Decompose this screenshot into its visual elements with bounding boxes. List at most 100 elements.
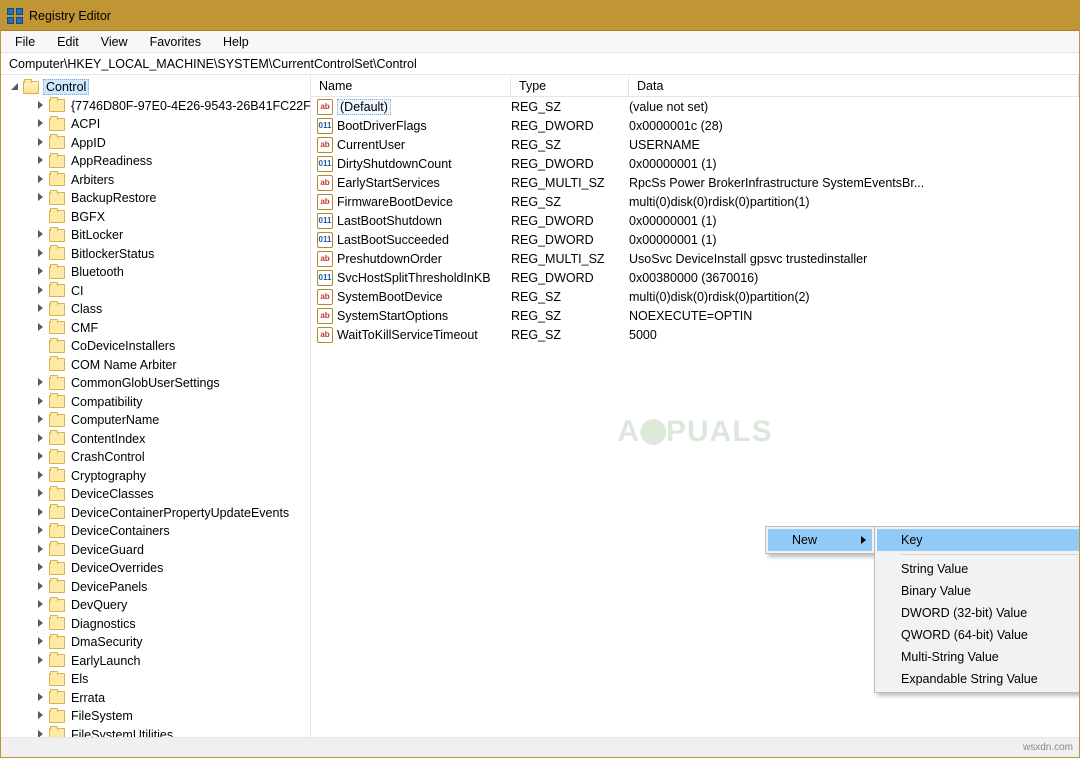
expand-icon[interactable] bbox=[35, 655, 47, 667]
value-row[interactable]: 011LastBootShutdownREG_DWORD0x00000001 (… bbox=[311, 211, 1079, 230]
tree-panel[interactable]: Control {7746D80F-97E0-4E26-9543-26B41FC… bbox=[1, 75, 311, 737]
tree-node[interactable]: {7746D80F-97E0-4E26-9543-26B41FC22F79} bbox=[1, 97, 310, 116]
expand-icon[interactable] bbox=[35, 692, 47, 704]
expand-icon[interactable] bbox=[35, 266, 47, 278]
context-item[interactable]: DWORD (32-bit) Value bbox=[877, 602, 1079, 624]
context-item[interactable]: Expandable String Value bbox=[877, 668, 1079, 690]
tree-node[interactable]: Arbiters bbox=[1, 171, 310, 190]
value-row[interactable]: abFirmwareBootDeviceREG_SZmulti(0)disk(0… bbox=[311, 192, 1079, 211]
context-item[interactable]: Multi-String Value bbox=[877, 646, 1079, 668]
expand-icon[interactable] bbox=[35, 303, 47, 315]
tree-node[interactable]: Diagnostics bbox=[1, 615, 310, 634]
expand-icon[interactable] bbox=[35, 433, 47, 445]
col-name[interactable]: Name bbox=[311, 76, 511, 96]
context-new[interactable]: New bbox=[768, 529, 872, 551]
tree-node[interactable]: EarlyLaunch bbox=[1, 652, 310, 671]
tree-node[interactable]: AppReadiness bbox=[1, 152, 310, 171]
value-row[interactable]: abPreshutdownOrderREG_MULTI_SZUsoSvc Dev… bbox=[311, 249, 1079, 268]
tree-node[interactable]: DeviceOverrides bbox=[1, 559, 310, 578]
address-bar[interactable]: Computer\HKEY_LOCAL_MACHINE\SYSTEM\Curre… bbox=[1, 53, 1079, 75]
tree-node[interactable]: Errata bbox=[1, 689, 310, 708]
expand-icon[interactable] bbox=[35, 581, 47, 593]
value-row[interactable]: abSystemBootDeviceREG_SZmulti(0)disk(0)r… bbox=[311, 287, 1079, 306]
expand-icon[interactable] bbox=[35, 507, 47, 519]
tree-node[interactable]: AppID bbox=[1, 134, 310, 153]
tree-node[interactable]: CMF bbox=[1, 319, 310, 338]
expand-icon[interactable] bbox=[35, 322, 47, 334]
expand-icon[interactable] bbox=[35, 729, 47, 737]
tree-node[interactable]: Cryptography bbox=[1, 467, 310, 486]
menu-favorites[interactable]: Favorites bbox=[142, 33, 209, 51]
expand-icon[interactable] bbox=[35, 636, 47, 648]
tree-node[interactable]: Els bbox=[1, 670, 310, 689]
value-row[interactable]: ab(Default)REG_SZ(value not set) bbox=[311, 97, 1079, 116]
menu-view[interactable]: View bbox=[93, 33, 136, 51]
expand-icon[interactable] bbox=[35, 451, 47, 463]
tree-node[interactable]: FileSystemUtilities bbox=[1, 726, 310, 738]
context-item[interactable]: QWORD (64-bit) Value bbox=[877, 624, 1079, 646]
expand-icon[interactable] bbox=[35, 562, 47, 574]
col-data[interactable]: Data bbox=[629, 76, 1079, 96]
col-type[interactable]: Type bbox=[511, 76, 629, 96]
tree-node[interactable]: ACPI bbox=[1, 115, 310, 134]
titlebar[interactable]: Registry Editor bbox=[1, 1, 1079, 31]
menu-edit[interactable]: Edit bbox=[49, 33, 87, 51]
tree-node-control[interactable]: Control bbox=[1, 78, 310, 97]
tree-node[interactable]: BGFX bbox=[1, 208, 310, 227]
expand-icon[interactable] bbox=[35, 377, 47, 389]
expand-icon[interactable] bbox=[35, 192, 47, 204]
expand-icon[interactable] bbox=[35, 414, 47, 426]
tree-node[interactable]: DmaSecurity bbox=[1, 633, 310, 652]
expand-icon[interactable] bbox=[35, 100, 47, 112]
tree-node[interactable]: Bluetooth bbox=[1, 263, 310, 282]
expand-icon[interactable] bbox=[9, 81, 21, 93]
expand-icon[interactable] bbox=[35, 525, 47, 537]
value-row[interactable]: abSystemStartOptionsREG_SZ NOEXECUTE=OPT… bbox=[311, 306, 1079, 325]
expand-icon[interactable] bbox=[35, 137, 47, 149]
value-row[interactable]: 011LastBootSucceededREG_DWORD0x00000001 … bbox=[311, 230, 1079, 249]
context-item[interactable]: Key bbox=[877, 529, 1079, 551]
tree-node[interactable]: FileSystem bbox=[1, 707, 310, 726]
expand-icon[interactable] bbox=[35, 710, 47, 722]
expand-icon[interactable] bbox=[35, 396, 47, 408]
expand-icon[interactable] bbox=[35, 174, 47, 186]
context-item[interactable]: Binary Value bbox=[877, 580, 1079, 602]
menu-file[interactable]: File bbox=[7, 33, 43, 51]
expand-icon[interactable] bbox=[35, 285, 47, 297]
expand-icon[interactable] bbox=[35, 618, 47, 630]
tree-node[interactable]: BitlockerStatus bbox=[1, 245, 310, 264]
tree-node[interactable]: BitLocker bbox=[1, 226, 310, 245]
tree-node[interactable]: ContentIndex bbox=[1, 430, 310, 449]
expand-icon[interactable] bbox=[35, 229, 47, 241]
value-row[interactable]: abCurrentUserREG_SZUSERNAME bbox=[311, 135, 1079, 154]
expand-icon[interactable] bbox=[35, 248, 47, 260]
value-row[interactable]: 011SvcHostSplitThresholdInKBREG_DWORD0x0… bbox=[311, 268, 1079, 287]
tree-node[interactable]: COM Name Arbiter bbox=[1, 356, 310, 375]
tree-node[interactable]: DevicePanels bbox=[1, 578, 310, 597]
tree-node[interactable]: CoDeviceInstallers bbox=[1, 337, 310, 356]
tree-node[interactable]: DeviceContainers bbox=[1, 522, 310, 541]
tree-node[interactable]: DeviceContainerPropertyUpdateEvents bbox=[1, 504, 310, 523]
tree-node[interactable]: DeviceClasses bbox=[1, 485, 310, 504]
tree-node[interactable]: CI bbox=[1, 282, 310, 301]
tree-node[interactable]: BackupRestore bbox=[1, 189, 310, 208]
tree-node[interactable]: Compatibility bbox=[1, 393, 310, 412]
expand-icon[interactable] bbox=[35, 599, 47, 611]
tree-node[interactable]: CommonGlobUserSettings bbox=[1, 374, 310, 393]
value-row[interactable]: abEarlyStartServicesREG_MULTI_SZRpcSs Po… bbox=[311, 173, 1079, 192]
value-row[interactable]: abWaitToKillServiceTimeoutREG_SZ5000 bbox=[311, 325, 1079, 344]
tree-node[interactable]: ComputerName bbox=[1, 411, 310, 430]
tree-node[interactable]: Class bbox=[1, 300, 310, 319]
expand-icon[interactable] bbox=[35, 118, 47, 130]
expand-icon[interactable] bbox=[35, 470, 47, 482]
expand-icon[interactable] bbox=[35, 544, 47, 556]
expand-icon[interactable] bbox=[35, 488, 47, 500]
context-item[interactable]: String Value bbox=[877, 558, 1079, 580]
value-row[interactable]: 011DirtyShutdownCountREG_DWORD0x00000001… bbox=[311, 154, 1079, 173]
value-row[interactable]: 011BootDriverFlagsREG_DWORD0x0000001c (2… bbox=[311, 116, 1079, 135]
tree-node[interactable]: DeviceGuard bbox=[1, 541, 310, 560]
expand-icon[interactable] bbox=[35, 155, 47, 167]
tree-node[interactable]: DevQuery bbox=[1, 596, 310, 615]
menu-help[interactable]: Help bbox=[215, 33, 257, 51]
tree-node[interactable]: CrashControl bbox=[1, 448, 310, 467]
